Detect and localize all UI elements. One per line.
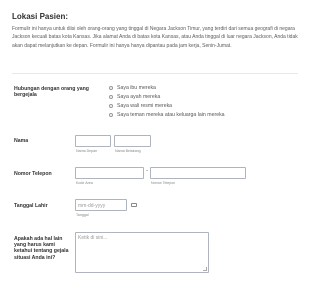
divider <box>12 73 298 74</box>
radio-button[interactable] <box>109 86 113 90</box>
radio-option-father[interactable]: Saya ayah mereka <box>109 93 160 101</box>
form-page: Lokasi Pasien: Formulir ini hanya untuk … <box>0 0 310 286</box>
notes-placeholder: Ketik di sini... <box>78 235 108 241</box>
notes-label: Apakah ada hal lain yang harus kami keta… <box>14 236 69 261</box>
first-name-input[interactable] <box>75 135 111 147</box>
area-code-sublabel: Kode Area <box>76 181 93 185</box>
dob-label: Tanggal Lahir <box>14 203 48 209</box>
dob-sublabel: Tanggal <box>76 213 89 217</box>
dob-input[interactable]: mm-dd-yyyy <box>75 199 127 211</box>
phone-separator: - <box>146 168 148 174</box>
section-intro: Formulir ini hanya untuk diisi oleh oran… <box>12 26 298 49</box>
radio-option-guardian[interactable]: Saya wali resmi mereka <box>109 102 172 110</box>
resize-handle-icon[interactable] <box>203 267 207 271</box>
last-name-input[interactable] <box>114 135 151 147</box>
phone-number-sublabel: Nomor Telepon <box>151 181 176 185</box>
radio-button[interactable] <box>109 113 113 117</box>
phone-number-input[interactable] <box>150 167 246 179</box>
area-code-input[interactable] <box>75 167 144 179</box>
radio-label: Saya ayah mereka <box>117 94 161 100</box>
radio-label: Saya wali resmi mereka <box>117 103 173 109</box>
radio-button[interactable] <box>109 104 113 108</box>
radio-option-friend-family[interactable]: Saya teman mereka atau keluarga lain mer… <box>109 111 225 119</box>
notes-textarea[interactable]: Ketik di sini... <box>75 232 209 273</box>
section-title: Lokasi Pasien: <box>12 12 69 21</box>
relationship-label: Hubungan dengan orang yang bergejala <box>14 86 89 99</box>
radio-label: Saya ibu mereka <box>117 85 156 91</box>
radio-option-mother[interactable]: Saya ibu mereka <box>109 84 156 92</box>
dob-placeholder: mm-dd-yyyy <box>78 202 106 209</box>
name-label: Nama <box>14 138 29 144</box>
first-name-sublabel: Nama Depan <box>76 149 98 153</box>
radio-label: Saya teman mereka atau keluarga lain mer… <box>117 112 225 118</box>
last-name-sublabel: Nama Belakang <box>115 149 141 153</box>
radio-button[interactable] <box>109 95 113 99</box>
phone-label: Nomor Telepon <box>14 171 52 177</box>
calendar-icon[interactable] <box>131 203 137 207</box>
